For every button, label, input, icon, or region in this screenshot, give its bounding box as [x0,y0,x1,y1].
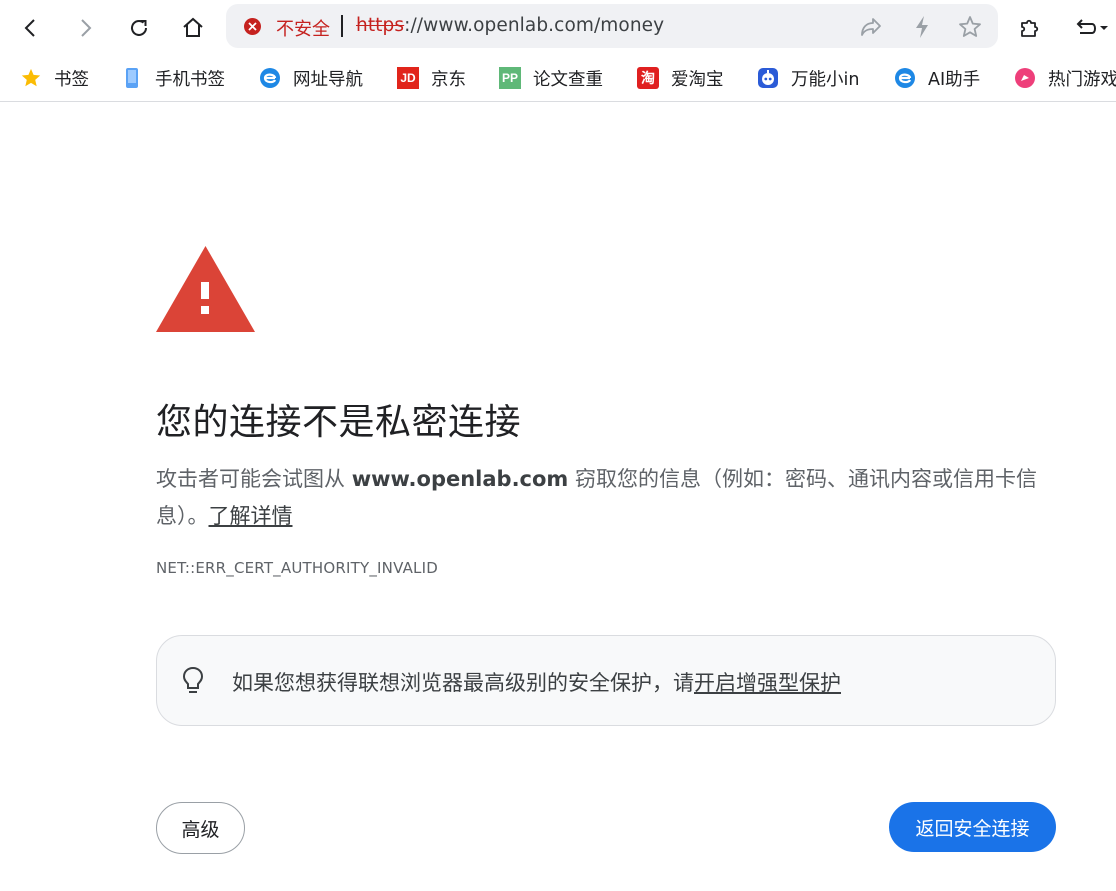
not-secure-icon[interactable] [244,18,261,35]
bookmark-item-ai-assistant[interactable]: AI助手 [894,64,980,92]
bookmark-item-games[interactable]: 热门游戏 [1014,64,1116,92]
tip-prefix: 如果您想获得联想浏览器最高级别的安全保护，请 [232,671,694,695]
jd-icon: JD [397,67,419,89]
browser-toolbar: 不安全 https://www.openlab.com/money [0,0,1116,56]
forward-button[interactable] [67,10,103,46]
home-icon [183,17,203,37]
enable-enhanced-protection-link[interactable]: 开启增强型保护 [694,671,841,695]
error-description: 攻击者可能会试图从 www.openlab.com 窃取您的信息（例如：密码、通… [156,461,1056,535]
security-status-label[interactable]: 不安全 [276,15,330,41]
bookmark-item-jd[interactable]: JD 京东 [397,64,466,92]
back-arrow-icon [24,19,35,37]
extensions-button[interactable] [1012,10,1048,46]
privacy-error-page: 您的连接不是私密连接 攻击者可能会试图从 www.openlab.com 窃取您… [0,103,1116,891]
lightning-button[interactable] [910,15,934,39]
error-code[interactable]: NET::ERR_CERT_AUTHORITY_INVALID [156,559,438,577]
share-button[interactable] [859,15,883,39]
enhanced-protection-tip: 如果您想获得联想浏览器最高级别的安全保护，请开启增强型保护 [156,635,1056,726]
browser-e-icon [894,67,916,89]
puzzle-icon [1021,19,1039,37]
game-icon [1014,67,1036,89]
back-to-safety-button[interactable]: 返回安全连接 [889,802,1056,852]
pp-icon: PP [499,67,521,89]
lightbulb-icon [182,666,204,693]
bookmark-item-paper-check[interactable]: PP 论文查重 [499,64,603,92]
bookmark-item-mobile[interactable]: 手机书签 [121,64,225,92]
bookmark-label: 手机书签 [155,69,225,90]
bookmark-item-nav[interactable]: 网址导航 [259,64,363,92]
bookmark-label: 万能小in [791,69,860,90]
advanced-button[interactable]: 高级 [156,802,245,854]
undo-dropdown-icon [1076,19,1108,34]
bookmark-item-wanneng[interactable]: 万能小in [757,64,859,92]
bookmark-label: 热门游戏 [1048,69,1116,90]
bookmark-label: 论文查重 [533,69,603,90]
bookmark-label: 书签 [54,69,89,90]
browser-e-icon [259,67,281,89]
home-button[interactable] [175,10,211,46]
phone-icon [121,67,143,89]
url-text[interactable]: https://www.openlab.com/money [356,15,664,36]
address-bar[interactable]: 不安全 https://www.openlab.com/money [226,4,998,48]
bookmark-item-bookmarks[interactable]: 书签 [20,64,89,92]
forward-arrow-icon [81,19,92,37]
bookmark-label: 爱淘宝 [671,69,724,90]
learn-more-link[interactable]: 了解详情 [209,504,293,528]
url-rest: ://www.openlab.com/money [404,15,665,36]
description-prefix: 攻击者可能会试图从 [156,467,352,491]
reload-button[interactable] [121,10,157,46]
bookmark-label: 京东 [431,69,466,90]
undo-menu-button[interactable] [1068,10,1112,46]
bookmark-label: AI助手 [928,69,981,90]
url-scheme: https [356,15,405,36]
bookmark-item-taobao[interactable]: 淘 爱淘宝 [637,64,724,92]
page-title: 您的连接不是私密连接 [156,402,522,443]
bookmark-star-button[interactable] [958,15,982,39]
share-icon [861,18,881,36]
description-host: www.openlab.com [351,467,569,491]
omnibox-separator [341,15,343,37]
back-button[interactable] [13,10,49,46]
star-outline-icon [959,16,981,37]
bookmarks-bar: 书签 手机书签 网址导航 JD 京东 PP 论文查重 淘 爱淘宝 万能小in A… [0,56,1116,102]
bookmark-label: 网址导航 [293,69,363,90]
tip-text: 如果您想获得联想浏览器最高级别的安全保护，请开启增强型保护 [232,667,841,697]
warning-triangle-icon [156,246,255,332]
lightning-icon [916,16,928,38]
star-icon [20,67,42,89]
robot-icon [757,67,779,89]
reload-icon [131,19,147,36]
taobao-icon: 淘 [637,67,659,89]
